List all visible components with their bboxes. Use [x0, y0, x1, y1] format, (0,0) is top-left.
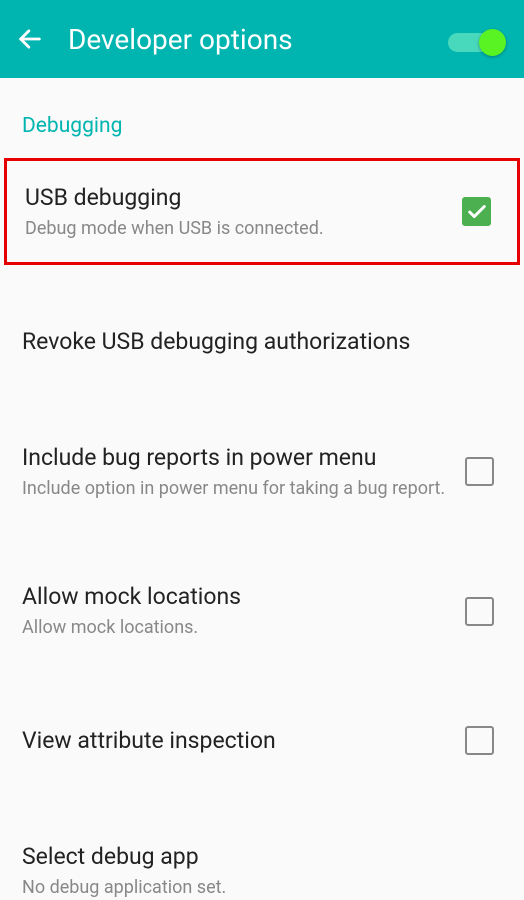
item-title: Revoke USB debugging authorizations	[22, 323, 486, 361]
switch-thumb	[479, 29, 506, 56]
item-title: Allow mock locations	[22, 582, 449, 612]
master-switch[interactable]	[448, 29, 504, 49]
section-header-debugging: Debugging	[0, 78, 524, 158]
item-subtitle: Include option in power menu for taking …	[22, 477, 449, 500]
item-title: View attribute inspection	[22, 722, 449, 760]
checkbox-usb-debugging[interactable]	[462, 197, 491, 226]
item-mock-locations[interactable]: Allow mock locations Allow mock location…	[0, 558, 524, 663]
checkbox-attr-inspection[interactable]	[465, 726, 494, 755]
item-usb-debugging[interactable]: USB debugging Debug mode when USB is con…	[7, 161, 517, 262]
item-subtitle: Debug mode when USB is connected.	[25, 217, 446, 240]
back-icon[interactable]	[16, 25, 44, 53]
item-text: View attribute inspection	[22, 722, 465, 760]
item-subtitle: No debug application set.	[22, 876, 486, 899]
settings-list: Debugging USB debugging Debug mode when …	[0, 78, 524, 900]
item-select-debug-app[interactable]: Select debug app No debug application se…	[0, 818, 524, 900]
check-icon	[466, 201, 488, 223]
item-text: USB debugging Debug mode when USB is con…	[25, 183, 462, 240]
item-view-attr-inspection[interactable]: View attribute inspection	[0, 698, 524, 784]
item-title: Select debug app	[22, 842, 486, 872]
checkbox-bug-reports[interactable]	[465, 457, 494, 486]
item-bug-reports[interactable]: Include bug reports in power menu Includ…	[0, 419, 524, 524]
page-title: Developer options	[68, 23, 293, 56]
checkbox-mock-locations[interactable]	[465, 597, 494, 626]
item-title: USB debugging	[25, 183, 446, 213]
item-text: Revoke USB debugging authorizations	[22, 323, 502, 361]
item-text: Select debug app No debug application se…	[22, 842, 502, 899]
item-text: Allow mock locations Allow mock location…	[22, 582, 465, 639]
item-text: Include bug reports in power menu Includ…	[22, 443, 465, 500]
item-title: Include bug reports in power menu	[22, 443, 449, 473]
app-header: Developer options	[0, 0, 524, 78]
item-subtitle: Allow mock locations.	[22, 616, 449, 639]
item-revoke-usb-auth[interactable]: Revoke USB debugging authorizations	[0, 299, 524, 385]
highlight-usb-debugging: USB debugging Debug mode when USB is con…	[4, 158, 520, 265]
